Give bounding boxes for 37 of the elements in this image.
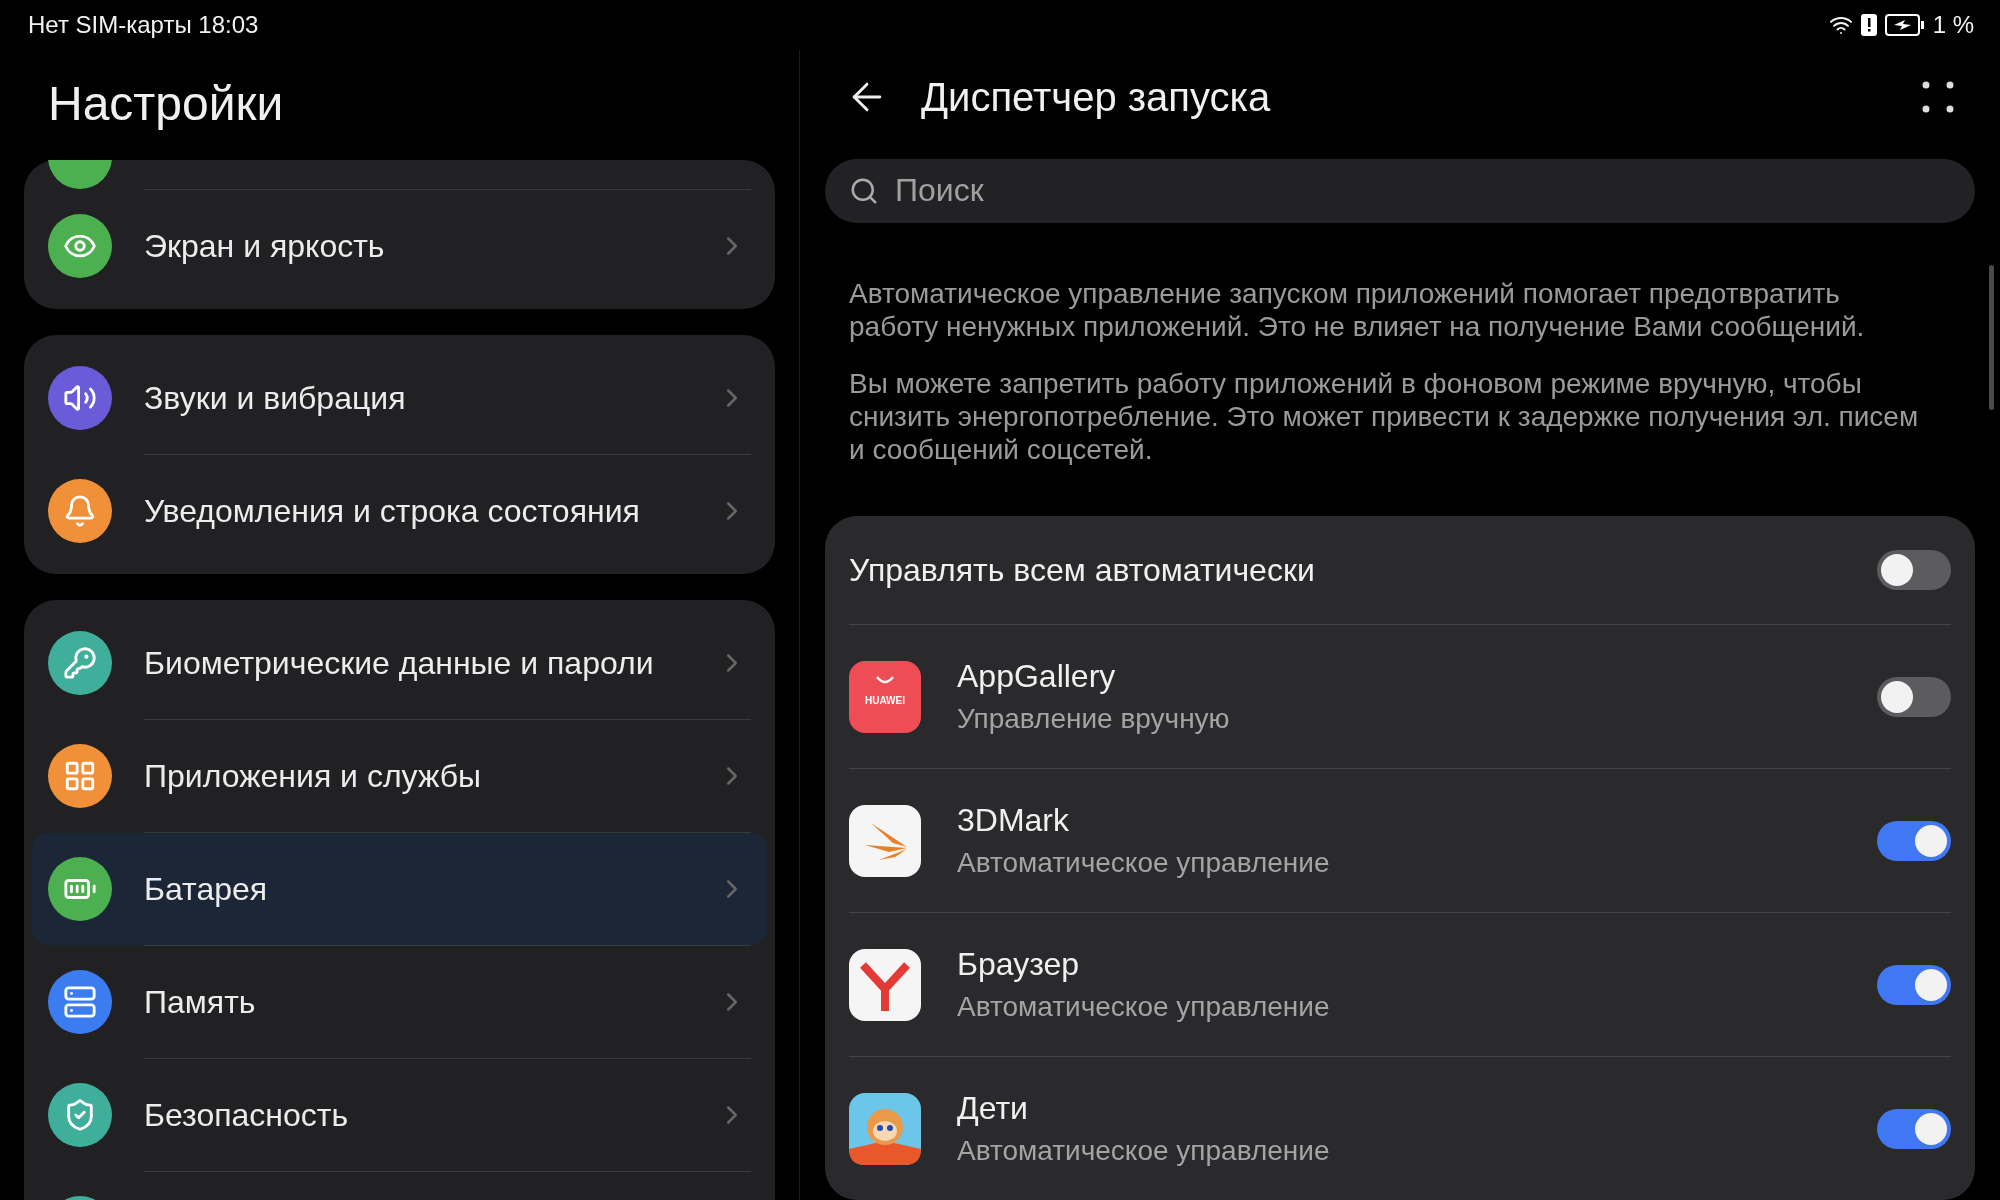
toggle-switch[interactable] [1877, 550, 1951, 590]
chevron-logo-icon [849, 804, 921, 877]
battery-percent: 1 % [1932, 11, 1974, 39]
settings-item[interactable]: Память [32, 946, 767, 1058]
description-text: Вы можете запретить работу приложений в фоновом режиме вручную, чтобы снизить энергопотребление. Это может привести к задержке получения эл. писем и сообщений соцсетей. [848, 367, 1920, 466]
toggle-switch[interactable] [1877, 964, 1951, 1005]
app-name: Браузер [957, 946, 1081, 983]
more-icon[interactable] [1921, 80, 1955, 115]
settings-item[interactable]: Звуки и вибрация [32, 342, 767, 454]
app-name: AppGallery [957, 658, 1117, 695]
toggle-switch[interactable] [1877, 1108, 1951, 1149]
selected-settings-item[interactable]: Батарея [32, 833, 767, 945]
search-bar[interactable]: Поиск [825, 158, 1975, 223]
toggle-switch[interactable] [1877, 676, 1951, 717]
toggle-switch[interactable] [1877, 820, 1951, 861]
description-text: Автоматическое управление запуском приложений помогает предотвратить работу ненужных приложений. Это не влияет на получение Вами сообщений. [848, 277, 1866, 343]
app-status: Автоматическое управление [957, 847, 1331, 879]
settings-item[interactable]: Безопасность [32, 1059, 767, 1171]
app-name: 3DMark [957, 802, 1070, 839]
search-field[interactable]: Поиск [893, 171, 1951, 211]
app-store-icon: HUAWEI [849, 660, 921, 733]
app-status: Автоматическое управление [957, 1135, 1331, 1167]
monkey-app-icon [849, 1092, 921, 1165]
battery-charging-icon [1884, 14, 1925, 36]
app-status: Автоматическое управление [957, 991, 1331, 1023]
app-name: Дети [957, 1090, 1029, 1127]
manage-all-label: Управлять всем автоматически [849, 551, 1316, 589]
settings-title: Настройки [48, 76, 285, 132]
settings-item[interactable]: Экран и яркость [32, 190, 767, 302]
app-status: Управление вручную [957, 703, 1231, 735]
settings-item[interactable]: Приложения и службы [32, 720, 767, 832]
y-logo-icon [849, 948, 921, 1021]
status-carrier-time: Нет SIM-карты 18:03 [28, 11, 259, 39]
page-title: Диспетчер запуска [921, 74, 1272, 120]
alert-icon [1860, 13, 1877, 37]
settings-item[interactable]: Биометрические данные и пароли [32, 607, 767, 719]
settings-item[interactable]: Уведомления и строка состояния [32, 455, 767, 567]
